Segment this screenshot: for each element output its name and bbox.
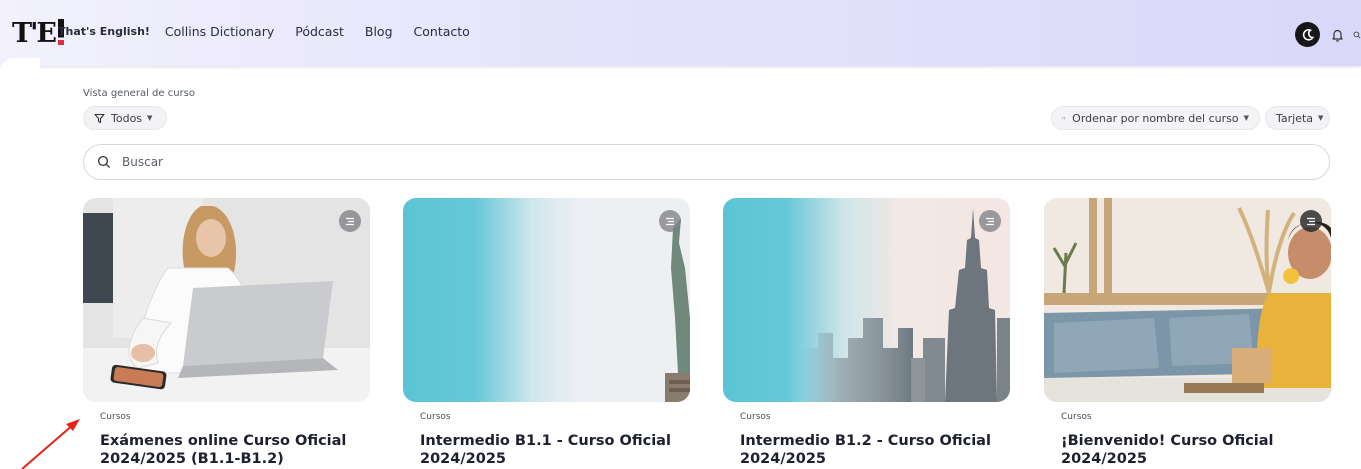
nav-link-contacto[interactable]: Contacto bbox=[414, 24, 470, 39]
card-menu-icon bbox=[1307, 217, 1315, 225]
nav-search-button[interactable] bbox=[1353, 27, 1361, 43]
course-title[interactable]: ¡Bienvenido! Curso Oficial 2024/2025 bbox=[1061, 432, 1331, 468]
course-image[interactable] bbox=[723, 198, 1010, 402]
top-navbar: T'E That's English! Collins Dictionary P… bbox=[0, 0, 1361, 66]
notifications-button[interactable] bbox=[1329, 27, 1345, 43]
primary-nav: That's English! Collins Dictionary Pódca… bbox=[58, 24, 491, 39]
filter-dropdown[interactable]: Todos ▼ bbox=[83, 106, 167, 130]
nav-link-collins-dictionary[interactable]: Collins Dictionary bbox=[165, 24, 274, 39]
course-photo bbox=[83, 198, 370, 402]
bell-icon bbox=[1331, 29, 1343, 42]
filter-label: Todos bbox=[111, 111, 143, 125]
course-image[interactable] bbox=[1044, 198, 1331, 402]
course-photo bbox=[1044, 198, 1331, 402]
course-category: Cursos bbox=[1061, 412, 1092, 422]
nav-link-thats-english[interactable]: That's English! bbox=[58, 25, 150, 38]
course-category: Cursos bbox=[420, 412, 451, 422]
course-photo bbox=[665, 218, 690, 402]
course-image[interactable] bbox=[83, 198, 370, 402]
course-card[interactable]: Cursos Intermedio B1.2 - Curso Oficial 2… bbox=[723, 198, 1010, 467]
chevron-down-icon: ▼ bbox=[1318, 114, 1324, 122]
course-card[interactable]: Cursos Exámenes online Curso Oficial 202… bbox=[83, 198, 370, 467]
course-menu-button[interactable] bbox=[339, 210, 361, 232]
view-mode-label: Tarjeta bbox=[1276, 111, 1314, 125]
course-category: Cursos bbox=[740, 412, 771, 422]
course-search bbox=[83, 144, 1330, 180]
course-menu-button[interactable] bbox=[1300, 210, 1322, 232]
course-photo bbox=[803, 208, 1010, 402]
card-menu-icon bbox=[986, 217, 994, 225]
course-title[interactable]: Exámenes online Curso Oficial 2024/2025 … bbox=[100, 432, 370, 468]
chevron-down-icon: ▼ bbox=[147, 114, 153, 122]
theme-toggle-icon bbox=[1302, 28, 1314, 41]
sort-label: Ordenar por nombre del curso bbox=[1072, 111, 1239, 125]
sort-icon bbox=[1062, 116, 1066, 120]
card-menu-icon bbox=[666, 217, 674, 225]
sort-dropdown[interactable]: Ordenar por nombre del curso ▼ bbox=[1051, 106, 1260, 130]
site-logo[interactable]: T'E bbox=[12, 19, 64, 49]
course-title[interactable]: Intermedio B1.1 - Curso Oficial 2024/202… bbox=[420, 432, 690, 468]
course-menu-button[interactable] bbox=[659, 210, 681, 232]
section-title: Vista general de curso bbox=[83, 88, 195, 99]
course-title[interactable]: Intermedio B1.2 - Curso Oficial 2024/202… bbox=[740, 432, 1010, 468]
filter-icon bbox=[94, 113, 105, 123]
search-icon bbox=[97, 155, 111, 169]
search-nav-icon bbox=[1353, 31, 1361, 38]
nav-actions bbox=[1295, 22, 1361, 47]
content-notch bbox=[0, 58, 40, 78]
course-card[interactable]: Cursos ¡Bienvenido! Curso Oficial 2024/2… bbox=[1044, 198, 1331, 467]
course-card[interactable]: Cursos Intermedio B1.1 - Curso Oficial 2… bbox=[403, 198, 690, 467]
course-category: Cursos bbox=[100, 412, 131, 422]
course-menu-button[interactable] bbox=[979, 210, 1001, 232]
search-input[interactable] bbox=[120, 154, 1224, 170]
nav-link-podcast[interactable]: Pódcast bbox=[295, 24, 344, 39]
view-mode-dropdown[interactable]: Tarjeta ▼ bbox=[1265, 106, 1330, 130]
annotation-arrow bbox=[21, 419, 80, 469]
nav-link-blog[interactable]: Blog bbox=[365, 24, 393, 39]
chevron-down-icon: ▼ bbox=[1243, 114, 1249, 122]
course-image[interactable] bbox=[403, 198, 690, 402]
theme-toggle-button[interactable] bbox=[1295, 22, 1320, 47]
card-menu-icon bbox=[346, 217, 354, 225]
